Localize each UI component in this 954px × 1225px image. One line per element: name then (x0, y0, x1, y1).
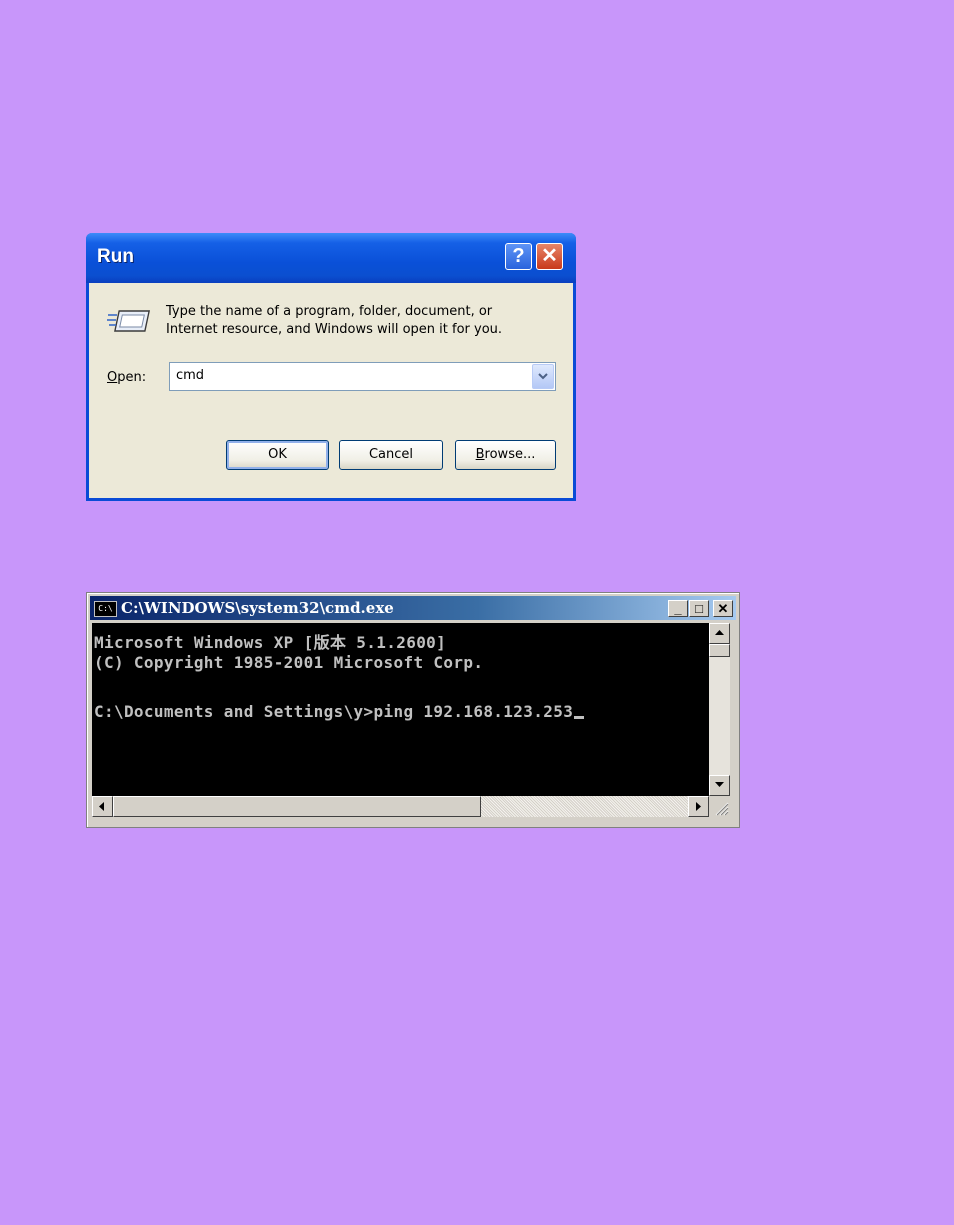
console-line: (C) Copyright 1985-2001 Microsoft Corp. (94, 653, 484, 672)
console-prompt-line: C:\Documents and Settings\y>ping 192.168… (94, 702, 585, 721)
arrow-down-icon (715, 782, 724, 787)
run-body: Type the name of a program, folder, docu… (89, 283, 573, 498)
run-titlebar[interactable]: Run ? ✕ (86, 233, 576, 283)
resize-grip[interactable] (709, 796, 730, 817)
close-button[interactable]: ✕ (713, 600, 733, 617)
vertical-scroll-thumb[interactable] (709, 644, 730, 657)
minimize-button[interactable]: _ (668, 600, 688, 617)
browse-button[interactable]: Browse... (455, 440, 556, 470)
browse-accelerator: B (475, 447, 485, 462)
chevron-down-icon (538, 373, 548, 380)
console-output[interactable]: Microsoft Windows XP [版本 5.1.2600] (C) C… (92, 623, 709, 796)
run-title: Run (97, 246, 134, 267)
run-dialog: Run ? ✕ Type the name of a program, fold… (86, 233, 576, 501)
cmd-window: C:\ C:\WINDOWS\system32\cmd.exe _ □ ✕ Mi… (86, 592, 740, 828)
resize-grip-icon (715, 802, 729, 816)
text-cursor (574, 716, 585, 719)
run-description: Type the name of a program, folder, docu… (166, 303, 556, 339)
open-label-accelerator: O (107, 370, 118, 385)
open-label-text: pen: (117, 370, 147, 385)
browse-label: rowse... (484, 447, 536, 462)
open-label: Open: (107, 370, 146, 385)
close-button[interactable]: ✕ (536, 243, 563, 270)
open-input[interactable]: cmd (176, 368, 204, 383)
ok-button[interactable]: OK (226, 440, 329, 470)
maximize-button[interactable]: □ (689, 600, 709, 617)
scroll-down-button[interactable] (709, 775, 730, 796)
arrow-up-icon (715, 630, 724, 635)
close-icon: ✕ (717, 601, 729, 616)
horizontal-scroll-thumb[interactable] (113, 796, 481, 817)
minimize-icon: _ (674, 601, 682, 616)
run-program-icon (107, 310, 150, 332)
cmd-titlebar[interactable]: C:\ C:\WINDOWS\system32\cmd.exe _ □ ✕ (90, 596, 736, 620)
arrow-left-icon (99, 802, 104, 811)
scroll-left-button[interactable] (92, 796, 113, 817)
console-line: Microsoft Windows XP [版本 5.1.2600] (94, 633, 447, 652)
cmd-title: C:\WINDOWS\system32\cmd.exe (121, 599, 394, 617)
dropdown-button[interactable] (532, 364, 554, 389)
scroll-right-button[interactable] (688, 796, 709, 817)
arrow-right-icon (696, 802, 701, 811)
description-line: Type the name of a program, folder, docu… (166, 304, 493, 319)
close-icon: ✕ (541, 245, 558, 267)
scroll-up-button[interactable] (709, 623, 730, 644)
help-icon: ? (512, 245, 525, 267)
open-combobox[interactable]: cmd (169, 362, 556, 391)
console-icon: C:\ (94, 601, 117, 617)
help-button[interactable]: ? (505, 243, 532, 270)
horizontal-scrollbar[interactable] (92, 796, 709, 817)
cancel-button[interactable]: Cancel (339, 440, 443, 470)
console-command: C:\Documents and Settings\y>ping 192.168… (94, 702, 574, 721)
maximize-icon: □ (695, 601, 703, 616)
vertical-scrollbar[interactable] (709, 623, 730, 796)
description-line: Internet resource, and Windows will open… (166, 322, 503, 337)
